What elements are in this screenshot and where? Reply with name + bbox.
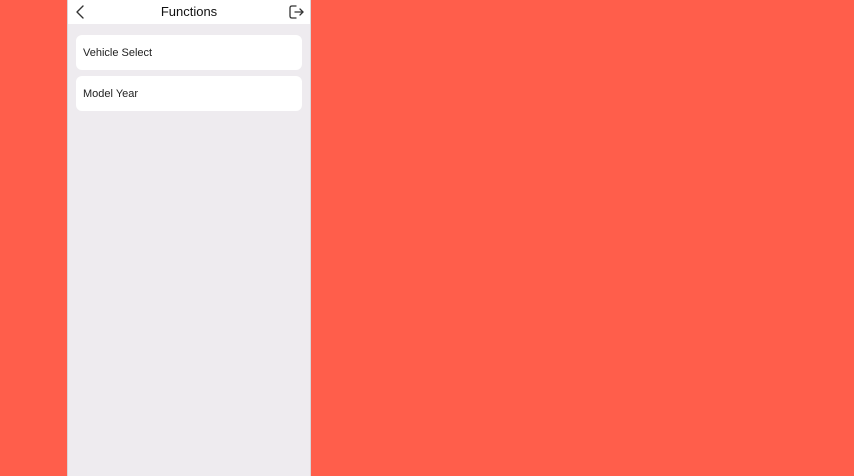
exit-icon [289,5,304,19]
app-panel: Functions Vehicle Select Model Year [68,0,310,476]
header-bar: Functions [68,0,310,24]
list-item-label: Vehicle Select [83,46,153,59]
back-button[interactable] [71,2,89,22]
list-item-model-year[interactable]: Model Year [76,76,302,111]
list-item-label: Model Year [83,87,139,100]
chevron-left-icon [76,5,84,19]
list-item-vehicle-select[interactable]: Vehicle Select [76,35,302,70]
exit-button[interactable] [287,2,307,22]
page-title: Functions [160,4,218,19]
function-list: Vehicle Select Model Year [76,35,302,117]
